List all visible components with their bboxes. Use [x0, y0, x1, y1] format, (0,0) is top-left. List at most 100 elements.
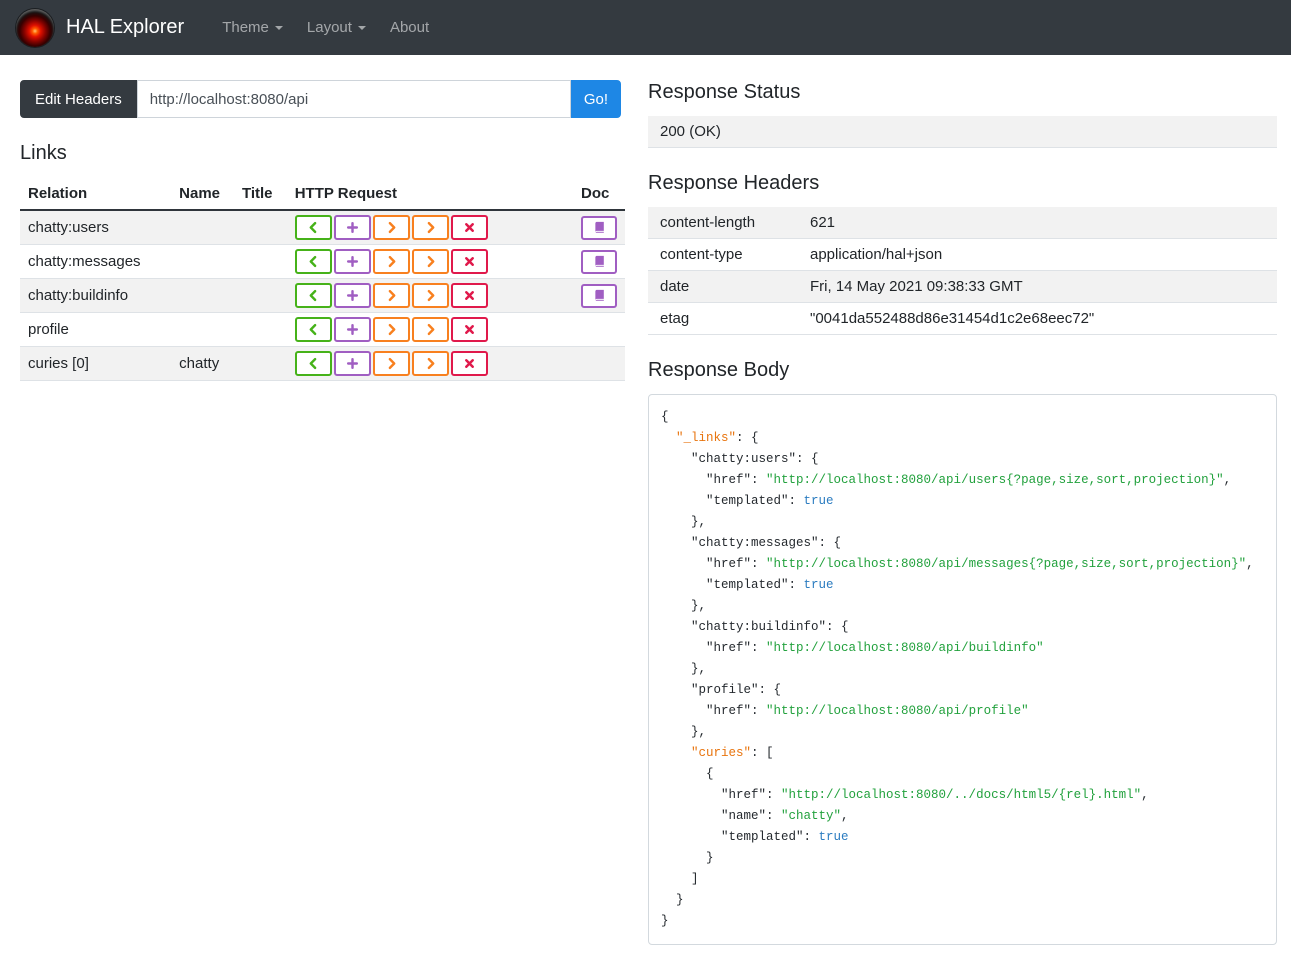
patch-request-button[interactable] [411, 317, 449, 342]
chevron-down-icon [357, 25, 366, 30]
response-body-card: { "_links": { "chatty:users": { "href": … [648, 394, 1277, 945]
chevron-right-icon [424, 221, 437, 234]
header-value: 621 [810, 214, 836, 231]
navbar: HAL Explorer Theme Layout About [0, 0, 1291, 55]
chevron-down-icon [274, 25, 283, 30]
x-icon [464, 222, 475, 233]
link-name [171, 209, 234, 245]
post-request-button[interactable] [333, 283, 371, 308]
json-code-line: } [661, 893, 684, 907]
doc-button[interactable] [581, 215, 617, 240]
nav-item-theme[interactable]: Theme [222, 19, 283, 36]
put-request-button[interactable] [372, 215, 410, 240]
table-row: etag "0041da552488d86e31454d1c2e68eec72" [648, 302, 1277, 335]
doc-cell [573, 209, 625, 245]
delete-request-button[interactable] [450, 249, 488, 274]
put-request-button[interactable] [372, 249, 410, 274]
patch-request-button[interactable] [411, 351, 449, 376]
put-request-button[interactable] [372, 317, 410, 342]
doc-cell [573, 312, 625, 347]
json-code-line: { [661, 410, 669, 424]
link-title [233, 312, 287, 347]
json-code-line: "chatty:users": { [661, 452, 819, 466]
header-name: etag [648, 302, 798, 335]
patch-request-button[interactable] [411, 215, 449, 240]
plus-icon [346, 357, 359, 370]
header-name: date [648, 270, 798, 303]
chevron-left-icon [307, 289, 320, 302]
response-panel: Response Status 200 (OK) Response Header… [648, 80, 1277, 945]
doc-cell [573, 278, 625, 313]
get-request-button[interactable] [294, 317, 332, 342]
post-request-button[interactable] [333, 249, 371, 274]
plus-icon [346, 323, 359, 336]
link-name [171, 312, 234, 347]
get-request-button[interactable] [294, 351, 332, 376]
get-request-button[interactable] [294, 215, 332, 240]
put-request-button[interactable] [372, 351, 410, 376]
json-code-line: "chatty:buildinfo": { [661, 620, 849, 634]
x-icon [464, 256, 475, 267]
http-request-buttons [286, 209, 573, 245]
json-code-line: }, [661, 515, 707, 529]
chevron-right-icon [385, 255, 398, 268]
patch-request-button[interactable] [411, 283, 449, 308]
header-value: "0041da552488d86e31454d1c2e68eec72" [798, 302, 1277, 335]
request-and-links-panel: Edit Headers Go! Links RelationNameTitle… [20, 80, 625, 381]
delete-request-button[interactable] [450, 351, 488, 376]
delete-request-button[interactable] [450, 215, 488, 240]
response-body-title: Response Body [648, 359, 790, 381]
delete-request-button[interactable] [450, 283, 488, 308]
get-request-button[interactable] [294, 249, 332, 274]
edit-headers-button[interactable]: Edit Headers [20, 80, 137, 118]
post-request-button[interactable] [333, 215, 371, 240]
json-code-line: }, [661, 599, 707, 613]
put-request-button[interactable] [372, 283, 410, 308]
plus-icon [346, 255, 359, 268]
header-value: application/hal+json [798, 238, 1277, 271]
http-request-buttons [286, 312, 573, 347]
go-button[interactable]: Go! [570, 80, 621, 118]
url-input[interactable] [136, 80, 571, 118]
chevron-right-icon [385, 289, 398, 302]
json-code-line: "href": "http://localhost:8080/api/profi… [661, 704, 1029, 718]
link-relation: chatty:messages [20, 244, 172, 279]
link-title [233, 346, 287, 381]
main-content: Edit Headers Go! Links RelationNameTitle… [0, 55, 1291, 965]
patch-request-button[interactable] [411, 249, 449, 274]
app-brand[interactable]: HAL Explorer [66, 16, 184, 39]
header-value: Fri, 14 May 2021 09:38:33 GMT [798, 270, 1277, 303]
column-header-http-request: HTTP Request [286, 177, 573, 211]
post-request-button[interactable] [333, 351, 371, 376]
json-code-line: "_links": { [676, 431, 759, 445]
delete-request-button[interactable] [450, 317, 488, 342]
nav-item-layout[interactable]: Layout [307, 19, 366, 36]
response-status-title: Response Status [648, 81, 801, 103]
response-status-table: 200 (OK) [648, 116, 1277, 148]
table-row: chatty:messages [20, 244, 625, 279]
table-row: curies [0] chatty [20, 346, 625, 381]
column-header-name: Name [171, 177, 234, 211]
http-request-buttons [286, 244, 573, 279]
chevron-right-icon [385, 357, 398, 370]
get-request-button[interactable] [294, 283, 332, 308]
chevron-left-icon [307, 255, 320, 268]
chevron-left-icon [307, 221, 320, 234]
post-request-button[interactable] [333, 317, 371, 342]
link-name [171, 278, 234, 313]
json-code-line: } [661, 851, 714, 865]
column-header-relation: Relation [20, 177, 172, 211]
json-code-line: "chatty:messages": { [661, 536, 842, 550]
nav-item-about[interactable]: About [390, 19, 429, 36]
json-code-line: "templated": true [661, 494, 834, 508]
doc-button[interactable] [581, 249, 617, 274]
doc-cell [573, 244, 625, 279]
doc-button[interactable] [581, 283, 617, 308]
table-row: content-type application/hal+json [648, 238, 1277, 271]
json-code-line: "href": "http://localhost:8080/api/build… [661, 641, 1044, 655]
link-relation: profile [20, 312, 172, 347]
links-table-header: Relation Name Title HTTP Request Doc [20, 177, 625, 211]
response-headers-title: Response Headers [648, 172, 820, 194]
plus-icon [346, 221, 359, 234]
link-relation: chatty:users [20, 209, 172, 245]
